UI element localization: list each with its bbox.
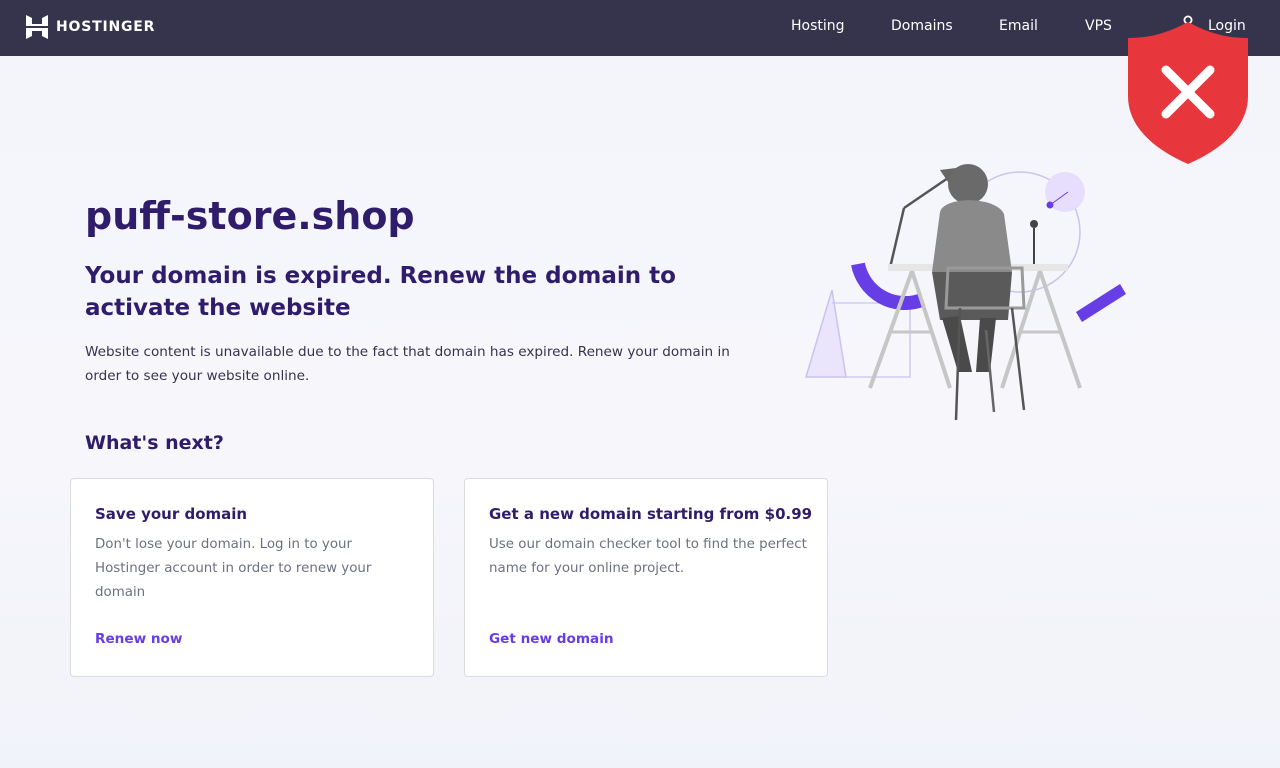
hostinger-logo-icon <box>26 15 48 39</box>
card-text: Use our domain checker tool to find the … <box>489 537 807 576</box>
brand-name: HOSTINGER <box>56 19 156 35</box>
get-new-domain-link[interactable]: Get new domain <box>489 631 614 647</box>
top-navigation-bar: HOSTINGER Hosting Domains Email VPS Logi… <box>0 0 1280 56</box>
person-at-desk-illustration <box>804 164 1126 421</box>
expired-description: Website content is unavailable due to th… <box>85 344 730 384</box>
whats-next-heading: What's next? <box>85 432 224 454</box>
nav-hosting-link[interactable]: Hosting <box>791 18 845 34</box>
hostinger-logo[interactable]: HOSTINGER <box>26 15 155 39</box>
nav-vps-link[interactable]: VPS <box>1085 18 1112 34</box>
card-title: Save your domain <box>95 505 248 523</box>
new-domain-card: Get a new domain starting from $0.99 Use… <box>464 478 828 677</box>
nav-email-link[interactable]: Email <box>999 18 1038 34</box>
card-title: Get a new domain starting from $0.99 <box>489 505 813 523</box>
domain-name-heading: puff-store.shop <box>85 194 415 238</box>
renew-now-link[interactable]: Renew now <box>95 631 182 647</box>
expired-headline: Your domain is expired. Renew the domain… <box>85 263 676 321</box>
security-shield-icon <box>1128 22 1248 164</box>
nav-domains-link[interactable]: Domains <box>891 18 953 34</box>
card-text: Don't lose your domain. Log in to your H… <box>95 537 372 600</box>
save-domain-card: Save your domain Don't lose your domain.… <box>70 478 434 677</box>
